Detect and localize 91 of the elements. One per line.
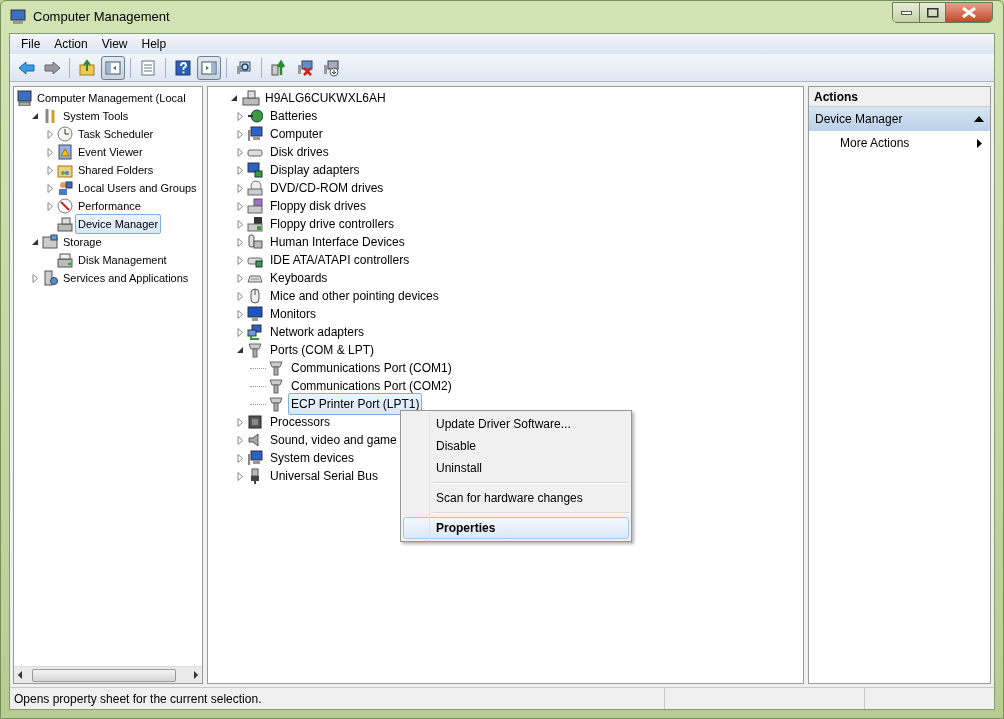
- services-icon: [42, 270, 58, 286]
- collapsed-arrow-icon[interactable]: [236, 165, 245, 175]
- collapsed-arrow-icon[interactable]: [236, 255, 245, 265]
- menu-item[interactable]: Properties: [403, 517, 629, 539]
- collapsed-arrow-icon[interactable]: [236, 273, 245, 283]
- monitor-icon: [247, 306, 263, 322]
- folder-up-icon: [78, 58, 96, 77]
- menu-item[interactable]: File: [14, 35, 48, 53]
- port-connector-icon: [247, 342, 263, 358]
- collapsed-arrow-icon[interactable]: [236, 453, 245, 463]
- device-manager-icon: [57, 216, 73, 232]
- mouse-icon: [247, 288, 263, 304]
- menu-item[interactable]: Update Driver Software...: [403, 413, 629, 435]
- port-connector-icon: [268, 378, 284, 394]
- back-arrow-icon: [17, 58, 35, 77]
- action-link[interactable]: More Actions: [840, 134, 977, 152]
- expanded-arrow-icon[interactable]: [31, 237, 40, 247]
- collapsed-arrow-icon[interactable]: [236, 129, 245, 139]
- properties-sheet-icon: [139, 58, 157, 77]
- scroll-right-icon[interactable]: [192, 671, 200, 679]
- menu-item[interactable]: Disable: [403, 435, 629, 457]
- storage-icon: [42, 234, 58, 250]
- port-connector-icon: [268, 360, 284, 376]
- collapsed-arrow-icon[interactable]: [46, 165, 55, 175]
- collapsed-arrow-icon[interactable]: [236, 327, 245, 337]
- update-driver-icon: [270, 58, 288, 77]
- menu-item[interactable]: Scan for hardware changes: [403, 487, 629, 509]
- expanded-arrow-icon[interactable]: [236, 345, 245, 355]
- collapsed-arrow-icon[interactable]: [46, 147, 55, 157]
- collapse-arrow-icon[interactable]: [974, 116, 984, 122]
- collapsed-arrow-icon[interactable]: [236, 111, 245, 121]
- collapsed-arrow-icon[interactable]: [236, 435, 245, 445]
- collapsed-arrow-icon[interactable]: [236, 291, 245, 301]
- close-button[interactable]: [945, 3, 992, 22]
- minimize-button[interactable]: [893, 3, 919, 22]
- battery-plug-icon: [247, 108, 263, 124]
- window-title: Computer Management: [33, 8, 171, 27]
- display-icon: [247, 162, 263, 178]
- collapsed-arrow-icon[interactable]: [46, 201, 55, 211]
- collapsed-arrow-icon[interactable]: [236, 219, 245, 229]
- uninstall-icon: [296, 58, 314, 77]
- collapsed-arrow-icon[interactable]: [46, 183, 55, 193]
- disc-drive-icon: [247, 180, 263, 196]
- clock-icon: [57, 126, 73, 142]
- maximize-button[interactable]: [919, 3, 945, 22]
- port-connector-icon: [268, 396, 284, 412]
- tree-item[interactable]: ECP Printer Port (LPT1): [288, 393, 423, 415]
- toolbar-button[interactable]: [101, 55, 125, 80]
- shared-folder-icon: [57, 162, 73, 178]
- status-text: Opens property sheet for the current selection.: [13, 690, 263, 708]
- network-icon: [247, 324, 263, 340]
- floppy-controller-icon: [247, 216, 263, 232]
- collapsed-arrow-icon[interactable]: [236, 183, 245, 193]
- submenu-arrow-icon[interactable]: [977, 138, 982, 148]
- collapsed-arrow-icon[interactable]: [236, 237, 245, 247]
- maximize-icon: [926, 7, 939, 18]
- floppy-drive-icon: [247, 198, 263, 214]
- menu-item[interactable]: Help: [134, 35, 174, 53]
- tree-item[interactable]: Device Manager: [75, 213, 162, 235]
- tree-item[interactable]: H9ALG6CUKWXL6AH: [263, 89, 388, 107]
- collapsed-arrow-icon[interactable]: [236, 147, 245, 157]
- collapsed-arrow-icon[interactable]: [236, 309, 245, 319]
- collapsed-arrow-icon[interactable]: [236, 471, 245, 481]
- disable-device-icon: [322, 58, 340, 77]
- scroll-thumb[interactable]: [32, 668, 176, 682]
- disk-management-icon: [57, 252, 73, 268]
- input-device-icon: [247, 234, 263, 250]
- menu-item[interactable]: Action: [47, 35, 95, 53]
- menu-item[interactable]: Uninstall: [403, 457, 629, 479]
- actions-header: Actions: [809, 87, 990, 107]
- horizontal-scroll-bar[interactable]: [14, 666, 202, 683]
- scan-hardware-icon: [235, 58, 253, 77]
- toolbar-button[interactable]: [197, 55, 221, 80]
- collapsed-arrow-icon[interactable]: [236, 201, 245, 211]
- console-tree-icon: [104, 58, 122, 77]
- users-icon: [57, 180, 73, 196]
- processor-chip-icon: [247, 414, 263, 430]
- forward-arrow-icon: [43, 58, 61, 77]
- gauge-icon: [57, 198, 73, 214]
- expanded-arrow-icon[interactable]: [31, 111, 40, 121]
- collapsed-arrow-icon[interactable]: [236, 417, 245, 427]
- minimize-icon: [900, 10, 912, 15]
- menu-item[interactable]: View: [94, 35, 135, 53]
- close-icon: [962, 7, 976, 18]
- scroll-left-icon[interactable]: [16, 671, 24, 679]
- collapsed-arrow-icon[interactable]: [31, 273, 40, 283]
- help-icon: [174, 58, 192, 77]
- action-pane-icon: [200, 58, 218, 77]
- event-log-icon: [57, 144, 73, 160]
- collapsed-arrow-icon[interactable]: [46, 129, 55, 139]
- expanded-arrow-icon[interactable]: [230, 93, 239, 103]
